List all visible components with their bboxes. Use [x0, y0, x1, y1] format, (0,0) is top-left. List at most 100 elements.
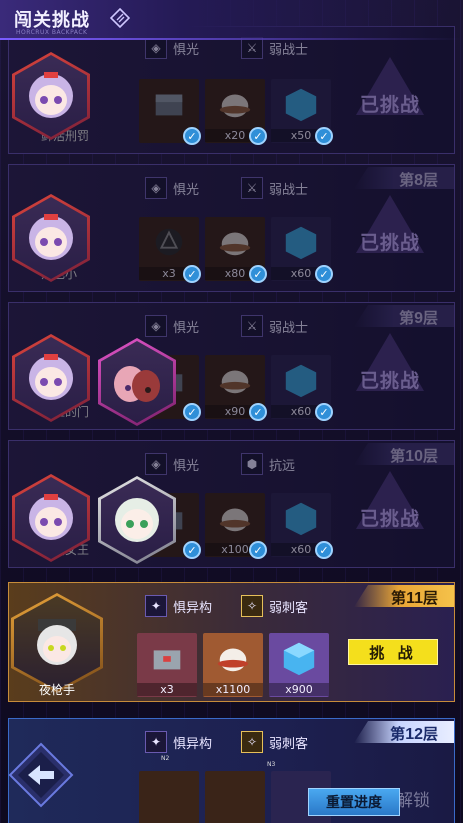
attr-label: 弱战士: [269, 320, 309, 336]
egg-icon: [217, 648, 249, 672]
reward-item[interactable]: x60 ✓: [271, 493, 333, 559]
diamond-icon: ◈: [145, 315, 167, 337]
chibi-face-icon: [37, 619, 77, 665]
page-subtitle: HORCRUX BACKPACK: [16, 29, 88, 36]
reward-item[interactable]: ✓: [139, 79, 201, 145]
info-icon[interactable]: [110, 8, 130, 28]
stage-attr-1: ✦ 惧异构: [145, 595, 212, 617]
enemy-name: 夜枪手: [39, 683, 76, 697]
stage-attr-1: ◈ 惧光: [145, 453, 199, 475]
reward-item[interactable]: x60 ✓: [271, 355, 333, 421]
chibi-face-icon: [29, 214, 73, 260]
attr-badge: N2: [161, 755, 170, 762]
rune-icon: [155, 228, 183, 256]
egg-icon: [219, 232, 251, 256]
shield-icon: ⬢: [241, 453, 263, 475]
challenged-stamp: 已挑战: [344, 333, 436, 409]
chibi-face-icon: [114, 366, 160, 402]
check-icon: ✓: [183, 265, 201, 283]
reward-item[interactable]: x3: [137, 633, 197, 697]
diamond-icon: ◈: [145, 453, 167, 475]
check-icon: ✓: [249, 541, 267, 559]
floor-label: 第8层: [399, 172, 438, 189]
status-text: 已挑战: [359, 507, 420, 530]
stage-attr-1: ✦ 惧异构: [145, 731, 212, 753]
stage-attr-2: ✧ 弱刺客: [241, 595, 308, 617]
check-icon: ✓: [315, 127, 333, 145]
reward-item[interactable]: x100 ✓: [205, 493, 267, 559]
dagger-icon: ✧: [241, 731, 263, 753]
stage-attr-2: ⬢ 抗远: [241, 453, 295, 475]
reward-qty: x3: [137, 683, 197, 696]
stage-attr-2: ✧ 弱刺客: [241, 731, 308, 753]
chibi-face-icon: [29, 354, 73, 400]
stage-attr-2: ⚔ 弱战士: [241, 315, 308, 337]
sword-icon: ⚔: [241, 177, 263, 199]
stage-attr-1: ◈ 惧光: [145, 177, 199, 199]
status-text: 已挑战: [359, 369, 420, 392]
challenge-button[interactable]: 挑 战: [348, 639, 438, 665]
floor-label: 第12层: [390, 726, 438, 743]
reward-item[interactable]: x3 ✓: [139, 217, 201, 283]
attr-label: 惧光: [173, 458, 200, 474]
cube-icon: [283, 642, 315, 676]
egg-icon: [219, 94, 251, 118]
reward-item[interactable]: x80 ✓: [205, 217, 267, 283]
attr-label: 弱战士: [269, 182, 309, 198]
reward-item[interactable]: [139, 771, 199, 823]
back-arrow-icon[interactable]: [6, 740, 76, 810]
reward-item[interactable]: x20 ✓: [205, 79, 267, 145]
enemy-avatar[interactable]: [11, 593, 103, 693]
attr-label: 弱战士: [269, 42, 309, 58]
attr-label: 弱刺客: [269, 736, 309, 752]
header: 闯关挑战 HORCRUX BACKPACK: [0, 0, 463, 40]
attr-badge: N3: [267, 761, 276, 768]
chest-icon: [155, 94, 183, 116]
check-icon: ✓: [315, 541, 333, 559]
stage-attr-1: ◈ 惧光: [145, 37, 199, 59]
attr-label: 惧光: [173, 42, 200, 58]
reward-item[interactable]: x60 ✓: [271, 217, 333, 283]
reset-progress-button[interactable]: 重置进度: [308, 788, 400, 816]
cube-icon: [285, 364, 317, 398]
chibi-face-icon: [115, 498, 159, 542]
diamond-icon: ◈: [145, 177, 167, 199]
challenged-stamp: 已挑战: [344, 195, 436, 271]
attr-label: 惧光: [173, 182, 200, 198]
challenged-stamp: 已挑战: [344, 57, 436, 133]
cube-icon: [285, 226, 317, 260]
reward-item[interactable]: x50 ✓: [271, 79, 333, 145]
reward-item[interactable]: x900: [269, 633, 329, 697]
floor-label: 第11层: [391, 590, 438, 607]
chibi-face-icon: [29, 494, 73, 540]
chibi-face-icon: [29, 72, 73, 118]
rune-icon: ✦: [145, 595, 167, 617]
floor-label: 第9层: [399, 310, 438, 327]
attr-label: 惧异构: [173, 600, 213, 616]
reward-qty: x1100: [203, 683, 263, 696]
check-icon: ✓: [315, 403, 333, 421]
stage-attr-2: ⚔ 弱战士: [241, 177, 308, 199]
reward-item[interactable]: [205, 771, 265, 823]
check-icon: ✓: [249, 127, 267, 145]
dagger-icon: ✧: [241, 595, 263, 617]
stage-attr-1: ◈ 惧光: [145, 315, 199, 337]
header-divider: [0, 38, 463, 40]
cube-icon: [285, 88, 317, 122]
cube-icon: [285, 502, 317, 536]
unlock-hint: 解锁: [396, 791, 430, 811]
status-text: 已挑战: [359, 93, 420, 116]
diamond-icon: ◈: [145, 37, 167, 59]
egg-icon: [219, 508, 251, 532]
reward-item[interactable]: x1100: [203, 633, 263, 697]
check-icon: ✓: [183, 127, 201, 145]
check-icon: ✓: [315, 265, 333, 283]
attr-label: 弱刺客: [269, 600, 309, 616]
check-icon: ✓: [183, 403, 201, 421]
stage-card-active: 第11层 夜枪手 ✦ 惧异构 ✧ 弱刺客 x3 x1100 x900 挑 战: [8, 582, 455, 702]
reward-item[interactable]: x90 ✓: [205, 355, 267, 421]
sword-icon: ⚔: [241, 315, 263, 337]
egg-icon: [219, 370, 251, 394]
attr-label: 惧异构: [173, 736, 213, 752]
attr-label: 惧光: [173, 320, 200, 336]
